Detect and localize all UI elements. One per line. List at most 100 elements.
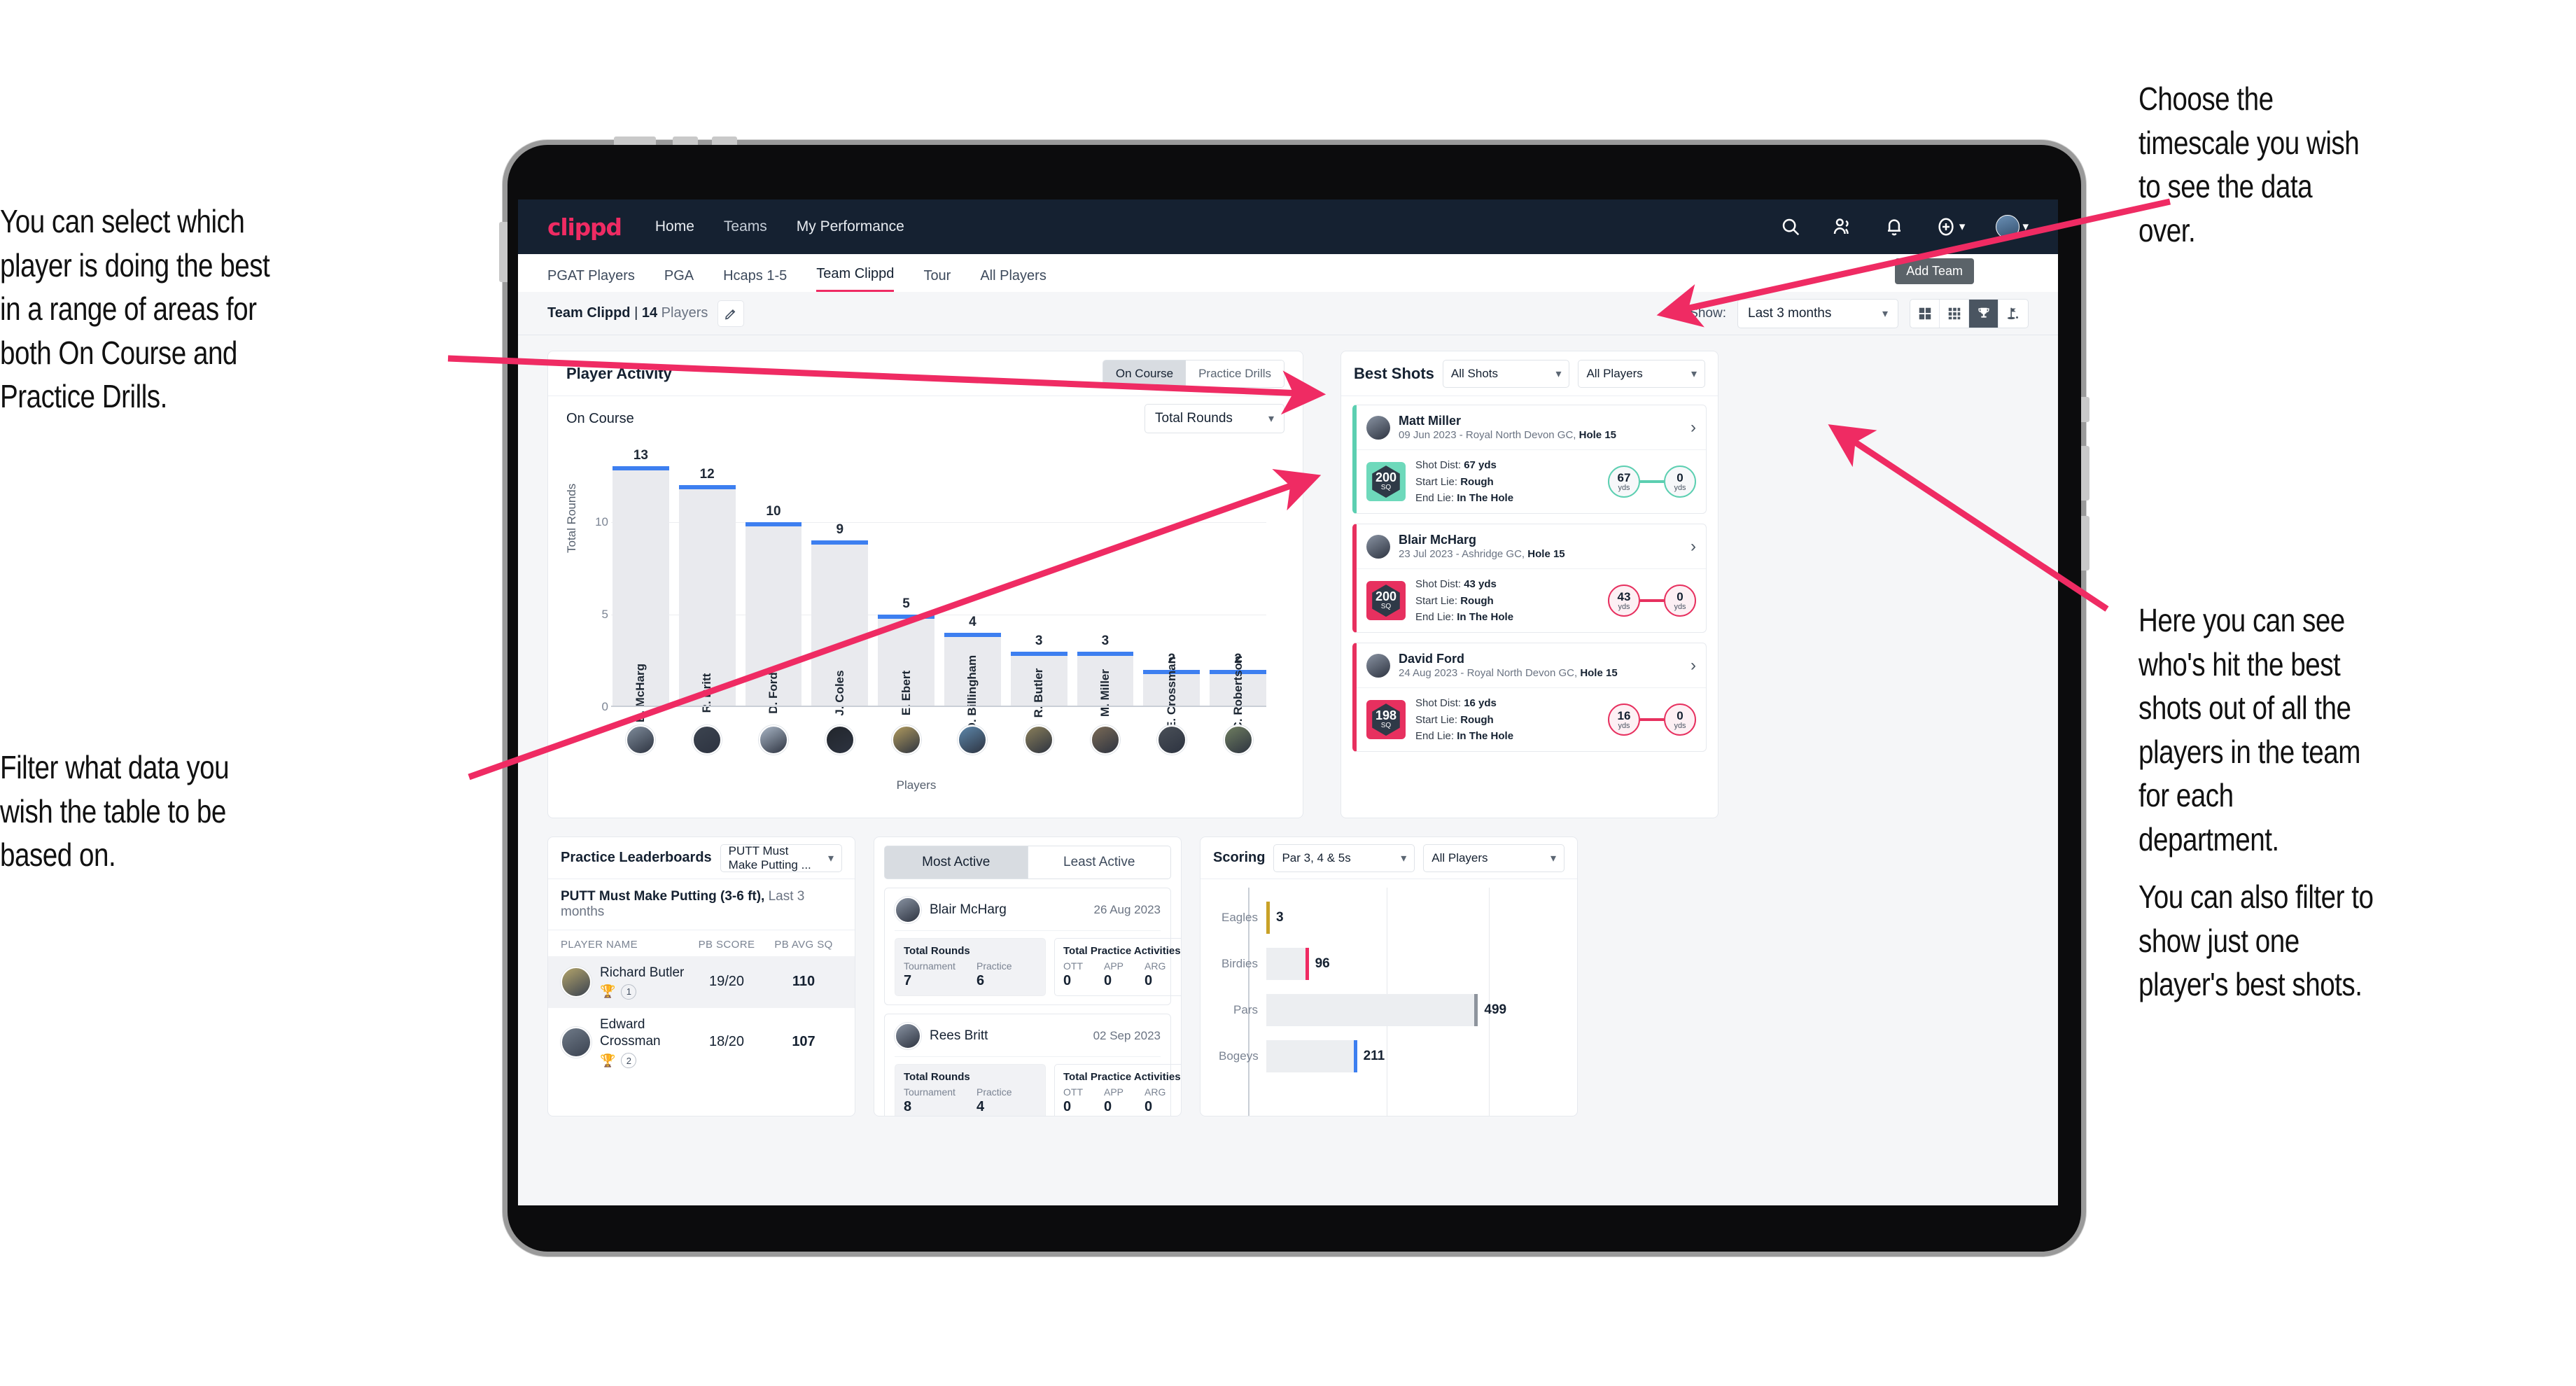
avatar[interactable] (891, 725, 921, 755)
best-shot-card[interactable]: Matt Miller 09 Jun 2023 - Royal North Dev… (1352, 405, 1707, 514)
activity-card: Most Active Least Active Blair McHarg 26 … (874, 836, 1182, 1116)
best-shots-card: Best Shots All Shots ▾ All Players ▾ Mat… (1340, 351, 1718, 818)
clippd-logo[interactable]: clippd (547, 214, 622, 241)
bar-column[interactable]: 9 J. Coles (811, 448, 869, 716)
chevron-down-icon: ▾ (1550, 852, 1557, 864)
activity-player-card[interactable]: Rees Britt 02 Sep 2023 Total Rounds Tournam… (884, 1014, 1181, 1116)
grid-small-icon[interactable] (1940, 299, 1969, 328)
avatar-cell (811, 725, 868, 755)
tab-tour[interactable]: Tour (923, 268, 951, 292)
practice-leaderboards-card: Practice Leaderboards PUTT Must Make Put… (547, 836, 855, 1116)
avatar[interactable] (1090, 725, 1120, 755)
tab-pgat-players[interactable]: PGAT Players (547, 268, 635, 292)
tab-most-active[interactable]: Most Active (884, 846, 1028, 879)
chevron-right-icon[interactable]: › (1690, 418, 1696, 438)
people-icon[interactable] (1832, 216, 1853, 237)
grid-large-icon[interactable] (1910, 299, 1940, 328)
bar[interactable]: 10 D. Ford (745, 504, 802, 714)
player-filter-value: All Players (1586, 366, 1643, 380)
avatar[interactable] (1223, 725, 1253, 755)
table-row[interactable]: Richard Butler 🏆 1 19/20 110 (548, 956, 855, 1008)
best-shot-hole: Hole 15 (1527, 547, 1565, 560)
bar[interactable]: 12 R. Britt (678, 467, 736, 713)
start-lie-value: Rough (1460, 475, 1494, 488)
nav-link-home[interactable]: Home (655, 218, 694, 235)
segment-on-course[interactable]: On Course (1102, 360, 1186, 387)
shot-dist-value: 43 yds (1464, 578, 1497, 591)
best-shot-card[interactable]: Blair McHarg 23 Jul 2023 - Ashridge GC, H… (1352, 524, 1707, 633)
tab-least-active[interactable]: Least Active (1028, 846, 1171, 879)
bar-column[interactable]: 3 R. Butler (1010, 448, 1068, 718)
shot-quality-value: 198 (1375, 708, 1397, 723)
avatar[interactable] (626, 725, 656, 755)
player-info: Edward Crossman 🏆 2 (600, 1016, 688, 1069)
bar[interactable]: 2 C. Robertson (1210, 652, 1266, 730)
timescale-value: Last 3 months (1748, 305, 1832, 321)
bar[interactable]: 9 J. Coles (811, 522, 869, 716)
section-tabs: PGAT Players PGA Hcaps 1-5 Team Clippd T… (518, 254, 2058, 292)
tab-all-players[interactable]: All Players (980, 268, 1046, 292)
search-icon[interactable] (1780, 216, 1801, 237)
activity-player-card[interactable]: Blair McHarg 26 Aug 2023 Total Rounds Tourn… (884, 888, 1181, 1005)
bar-column[interactable]: 10 D. Ford (745, 448, 802, 714)
avatar[interactable] (1996, 215, 2020, 239)
bar[interactable]: 3 R. Butler (1010, 634, 1068, 718)
avatar[interactable] (1156, 725, 1186, 755)
tab-hcaps-1-5[interactable]: Hcaps 1-5 (723, 268, 787, 292)
avatar[interactable] (958, 725, 988, 755)
bar-column[interactable]: 4 D. Billingham (944, 448, 1001, 731)
bar[interactable]: 2 E. Crossman (1143, 652, 1200, 729)
scoring-bar (1266, 1040, 1357, 1072)
player-info: Richard Butler 🏆 1 (600, 965, 684, 1000)
segment-practice-drills[interactable]: Practice Drills (1186, 360, 1284, 387)
tab-pga[interactable]: PGA (664, 268, 694, 292)
team-title: Team Clippd | 14 Players (547, 305, 708, 321)
trophy-icon[interactable] (1969, 299, 1998, 328)
edit-team-button[interactable] (718, 300, 745, 327)
bell-icon[interactable] (1884, 216, 1905, 237)
bar-column[interactable]: 3 M. Miller (1077, 448, 1134, 717)
plus-circle-icon[interactable] (1935, 216, 1956, 237)
best-shot-date-course: 23 Jul 2023 - Ashridge GC, (1399, 547, 1525, 560)
player-activity-title: Player Activity (566, 364, 672, 382)
activity-stats: Total Rounds Tournament 7 Practice 6 Total Pr… (895, 938, 1181, 996)
bar[interactable]: 5 E. Ebert (878, 596, 934, 715)
tab-team-clippd[interactable]: Team Clippd (816, 266, 895, 292)
tablet-button-right-1 (2081, 397, 2090, 422)
bar-column[interactable]: 13 B. McHarg (612, 448, 669, 722)
account-menu[interactable]: ▾ (1996, 215, 2029, 239)
table-row[interactable]: Edward Crossman 🏆 2 18/20 107 (548, 1008, 855, 1077)
scoring-par-filter[interactable]: Par 3, 4 & 5s ▾ (1273, 844, 1415, 872)
metric-select[interactable]: Total Rounds ▾ (1144, 404, 1284, 433)
bar-column[interactable]: 2 E. Crossman (1143, 448, 1200, 729)
avatar[interactable] (825, 725, 855, 755)
bar-column[interactable]: 12 R. Britt (678, 448, 736, 713)
bar-column[interactable]: 2 C. Robertson (1210, 448, 1266, 730)
avatar (1366, 415, 1390, 440)
best-shots-shot-filter[interactable]: All Shots ▾ (1442, 359, 1570, 388)
bar[interactable]: 13 B. McHarg (612, 448, 669, 722)
avatar[interactable] (758, 725, 788, 755)
drill-select[interactable]: PUTT Must Make Putting ... ▾ (720, 844, 842, 872)
add-menu[interactable]: ▾ (1935, 216, 1965, 237)
chevron-right-icon[interactable]: › (1690, 656, 1696, 676)
best-shot-card[interactable]: David Ford 24 Aug 2023 - Royal North Devo… (1352, 643, 1707, 752)
total-rounds-cols: Tournament 7 Practice 6 (904, 960, 1037, 989)
scoring-player-filter[interactable]: All Players ▾ (1423, 844, 1565, 872)
bar[interactable]: 3 M. Miller (1077, 634, 1134, 717)
timescale-select[interactable]: Last 3 months ▾ (1737, 298, 1898, 328)
tournament-value: 8 (904, 1099, 912, 1114)
golf-flag-icon[interactable] (1998, 300, 2028, 328)
nav-link-teams[interactable]: Teams (724, 218, 767, 235)
avatar[interactable] (692, 725, 722, 755)
best-shots-player-filter[interactable]: All Players ▾ (1578, 359, 1706, 388)
chevron-right-icon[interactable]: › (1690, 537, 1696, 556)
avatar-cell (878, 725, 934, 755)
player-activity-card: Player Activity On Course Practice Drill… (547, 351, 1303, 818)
avatar[interactable] (1024, 725, 1054, 755)
bar[interactable]: 4 D. Billingham (944, 615, 1001, 731)
bar-column[interactable]: 5 E. Ebert (878, 448, 934, 715)
nav-link-my-performance[interactable]: My Performance (797, 218, 904, 235)
total-rounds-cols: Tournament 8 Practice 4 (904, 1086, 1037, 1115)
practice-leaderboards-title: Practice Leaderboards (561, 850, 712, 865)
